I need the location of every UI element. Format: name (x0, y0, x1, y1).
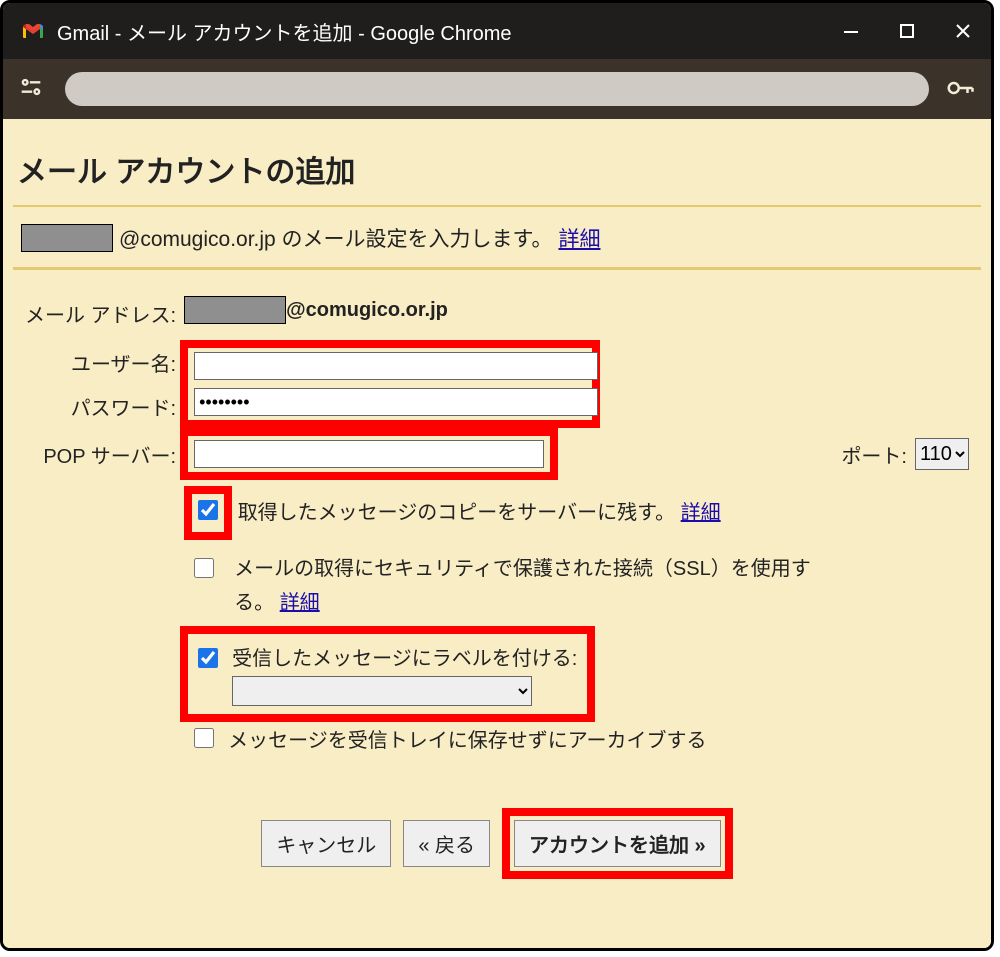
browser-address-bar (3, 59, 991, 119)
ssl-checkbox[interactable] (194, 558, 214, 578)
username-input[interactable] (194, 352, 598, 380)
email-domain: @comugico.or.jp (286, 299, 448, 322)
tune-icon[interactable] (17, 73, 49, 105)
window-maximize-button[interactable] (879, 3, 935, 59)
back-button[interactable]: « 戻る (403, 820, 490, 867)
username-label: ユーザー名: (71, 354, 176, 376)
url-field[interactable] (65, 72, 929, 106)
window-title: Gmail - メール アカウントを追加 - Google Chrome (57, 17, 823, 46)
add-account-button[interactable]: アカウントを追加 » (514, 820, 721, 867)
page-heading: メール アカウントの追加 (13, 131, 981, 207)
leave-copy-label: 取得したメッセージのコピーをサーバーに残す。 (238, 502, 675, 524)
learn-more-link[interactable]: 詳細 (558, 223, 600, 253)
pop-server-input[interactable] (194, 440, 544, 468)
label-incoming-label: 受信したメッセージにラベルを付ける: (232, 642, 577, 676)
label-incoming-checkbox[interactable] (198, 648, 218, 668)
window-close-button[interactable] (935, 3, 991, 59)
archive-checkbox[interactable] (194, 728, 214, 748)
port-select[interactable]: 110 (915, 438, 969, 470)
ssl-learn-more-link[interactable]: 詳細 (280, 592, 320, 614)
redacted-email-local-2 (184, 296, 286, 324)
password-label: パスワード: (21, 384, 180, 428)
page-subtitle: @comugico.or.jp のメール設定を入力します。 詳細 (13, 207, 981, 270)
email-label: メール アドレス: (21, 290, 180, 336)
cancel-button[interactable]: キャンセル (261, 820, 391, 867)
vpn-key-icon[interactable] (945, 73, 977, 105)
redacted-email-local (21, 224, 113, 252)
page-content: メール アカウントの追加 @comugico.or.jp のメール設定を入力しま… (3, 119, 991, 951)
pop-server-label: POP サーバー: (21, 428, 180, 480)
archive-label: メッセージを受信トレイに保存せずにアーカイブする (228, 724, 706, 758)
window-titlebar: Gmail - メール アカウントを追加 - Google Chrome (3, 3, 991, 59)
subtitle-text: @comugico.or.jp のメール設定を入力します。 (119, 223, 552, 253)
ssl-label: メールの取得にセキュリティで保護された接続（SSL）を使用する。 (234, 558, 811, 614)
leave-copy-learn-more-link[interactable]: 詳細 (681, 502, 721, 524)
password-input[interactable] (194, 388, 598, 416)
gmail-icon (21, 19, 45, 43)
leave-copy-checkbox[interactable] (198, 500, 218, 520)
label-select[interactable] (232, 676, 532, 706)
window-minimize-button[interactable] (823, 3, 879, 59)
port-label: ポート: (837, 428, 911, 480)
